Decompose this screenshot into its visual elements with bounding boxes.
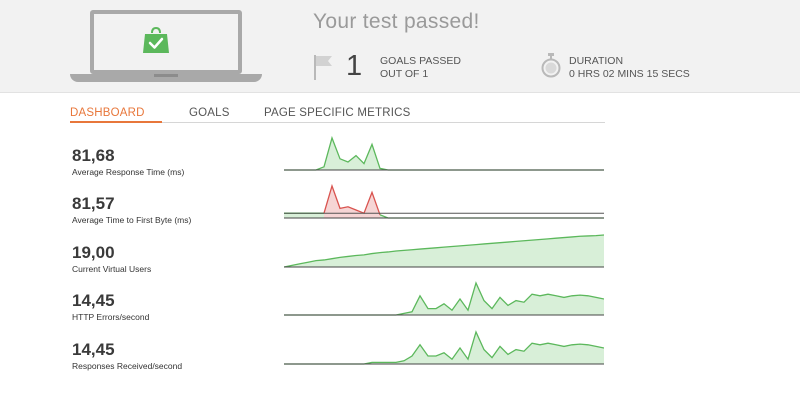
sparkline-area bbox=[284, 332, 604, 364]
tab-page-specific-metrics[interactable]: PAGE SPECIFIC METRICS bbox=[264, 107, 410, 119]
laptop-icon bbox=[70, 10, 262, 82]
sparkline-area bbox=[284, 235, 604, 267]
metric-value: 81,68 bbox=[72, 146, 115, 165]
metric-label: Responses Received/second bbox=[72, 361, 183, 371]
sparkline-area bbox=[284, 283, 604, 315]
sparkline-current-virtual-users bbox=[284, 234, 604, 268]
goals-passed-line: GOALS PASSED bbox=[380, 55, 461, 67]
sparkline-http-errors-per-second bbox=[284, 281, 604, 316]
metric-value: 19,00 bbox=[72, 243, 115, 262]
sparkline-area-green-start bbox=[284, 213, 324, 218]
tab-goals[interactable]: GOALS bbox=[189, 107, 230, 119]
sparkline-responses-received-per-second bbox=[284, 330, 604, 365]
stopwatch-icon bbox=[541, 53, 561, 78]
laptop-notch bbox=[154, 74, 178, 77]
flag-icon bbox=[314, 55, 332, 80]
sparkline-area bbox=[284, 138, 604, 170]
metric-label: HTTP Errors/second bbox=[72, 312, 150, 322]
active-tab-underline bbox=[70, 121, 162, 123]
metric-value: 14,45 bbox=[72, 340, 115, 359]
duration-title: DURATION bbox=[569, 55, 624, 67]
metric-value: 14,45 bbox=[72, 291, 115, 310]
duration-block: DURATION 0 HRS 02 MINS 15 SECS bbox=[569, 55, 690, 81]
metric-average-time-to-first-byte: 81,57 Average Time to First Byte (ms) bbox=[72, 183, 612, 234]
result-header: Your test passed! 1 GOALS PASSED OUT OF … bbox=[0, 0, 800, 93]
sparkline-average-time-to-first-byte bbox=[284, 183, 604, 219]
tab-dashboard[interactable]: DASHBOARD bbox=[70, 107, 145, 119]
metric-label: Average Time to First Byte (ms) bbox=[72, 215, 192, 225]
metric-http-errors-per-second: 14,45 HTTP Errors/second bbox=[72, 281, 612, 331]
goals-total-line: OUT OF 1 bbox=[380, 68, 429, 80]
metric-value: 81,57 bbox=[72, 194, 115, 213]
goals-passed-label: GOALS PASSED OUT OF 1 bbox=[380, 55, 461, 81]
goals-passed-count: 1 bbox=[346, 50, 363, 82]
metric-responses-received-per-second: 14,45 Responses Received/second bbox=[72, 330, 612, 380]
metric-label: Average Response Time (ms) bbox=[72, 167, 185, 177]
result-title: Your test passed! bbox=[313, 10, 480, 33]
metric-current-virtual-users: 19,00 Current Virtual Users bbox=[72, 234, 612, 283]
shopping-bag-check-icon bbox=[143, 26, 169, 53]
metric-average-response-time: 81,68 Average Response Time (ms) bbox=[72, 135, 612, 186]
sparkline-average-response-time bbox=[284, 135, 604, 171]
metric-label: Current Virtual Users bbox=[72, 264, 152, 274]
duration-value: 0 HRS 02 MINS 15 SECS bbox=[569, 68, 690, 80]
